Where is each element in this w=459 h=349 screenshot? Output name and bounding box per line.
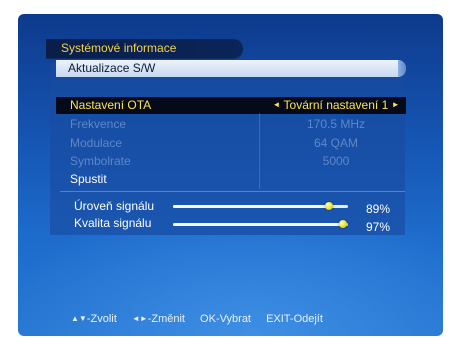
section-title: Systémové informace: [61, 41, 177, 55]
signal-strength-indicator: [324, 202, 333, 210]
panel-title: Aktualizace S/W: [68, 61, 156, 75]
signal-quality-value: 97%: [366, 220, 391, 234]
column-separator: [259, 113, 260, 189]
menu-row-label: Symbolrate: [70, 154, 131, 168]
menu-row-symbolrate: Symbolrate 5000: [56, 153, 406, 170]
signal-strength-bar: [173, 202, 348, 210]
signal-quality-bar: [173, 220, 348, 228]
section-header: Systémové informace: [46, 39, 243, 58]
left-right-arrows-icon: ◄►: [131, 314, 148, 323]
menu-row-start[interactable]: Spustit: [56, 171, 406, 188]
up-down-arrows-icon: ▲▼: [71, 314, 87, 323]
ota-value: Tovární nastavení 1: [283, 98, 389, 112]
signal-quality-indicator: [338, 220, 347, 228]
menu-row-value: 170.5 MHz: [306, 117, 366, 131]
menu-row-value[interactable]: ◄ Tovární nastavení 1 ►: [261, 98, 411, 112]
hint-select-label: -Zvolit: [86, 313, 117, 325]
menu-row-value: 64 QAM: [313, 136, 358, 150]
menu-row-label: Frekvence: [70, 117, 127, 131]
right-arrow-icon[interactable]: ►: [392, 100, 400, 109]
hint-exit: EXIT-Odejít: [266, 313, 323, 325]
hint-select: ▲▼-Zvolit: [71, 313, 117, 325]
menu-row-label: Modulace: [70, 136, 123, 150]
hint-change: ◄►-Změnit: [132, 313, 185, 325]
signal-strength-value: 89%: [366, 202, 391, 216]
signal-quality-label: Kvalita signálu: [74, 216, 152, 230]
section-divider: [60, 191, 405, 192]
menu-row-frequency: Frekvence 170.5 MHz: [56, 116, 406, 133]
signal-strength-fill: [173, 205, 329, 208]
menu-row-ota-setting[interactable]: Nastavení OTA ◄ Tovární nastavení 1 ►: [56, 97, 406, 114]
hint-ok: OK-Vybrat: [200, 313, 251, 325]
panel-title-bar: Aktualizace S/W: [56, 60, 406, 77]
key-hint-bar: ▲▼-Zvolit ◄►-Změnit OK-Vybrat EXIT-Odejí…: [71, 313, 335, 325]
signal-quality-fill: [173, 223, 343, 226]
signal-strength-label: Úroveň signálu: [74, 199, 155, 213]
menu-row-label: Nastavení OTA: [70, 98, 152, 112]
hint-change-label: -Změnit: [147, 313, 185, 325]
start-button[interactable]: Spustit: [70, 172, 107, 186]
menu-row-value: 5000: [322, 154, 350, 168]
menu-row-modulation: Modulace 64 QAM: [56, 135, 406, 152]
left-arrow-icon[interactable]: ◄: [272, 100, 280, 109]
